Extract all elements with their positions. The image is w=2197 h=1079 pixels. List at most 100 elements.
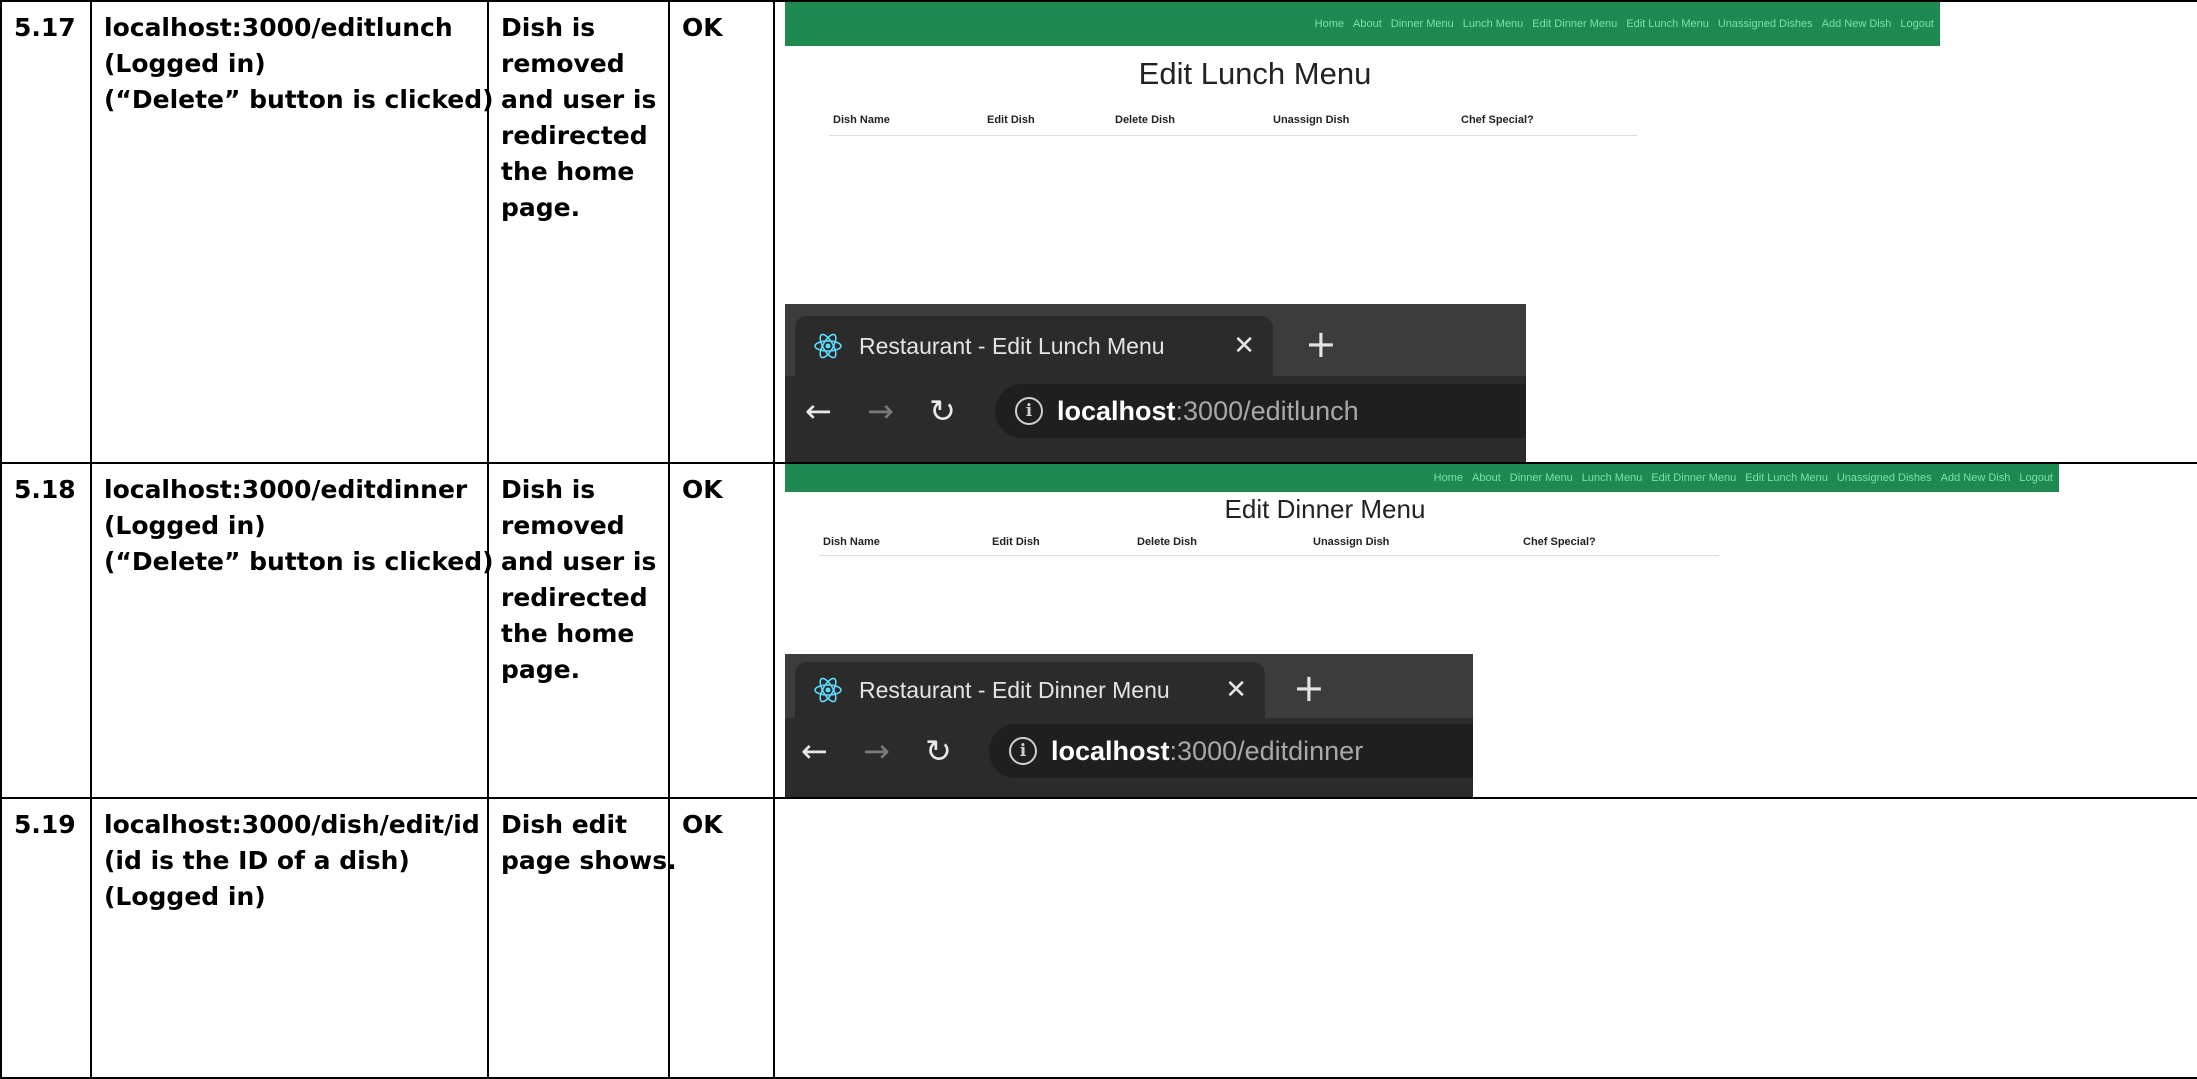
nav-link-unassigned-dishes[interactable]: Unassigned Dishes bbox=[1718, 18, 1813, 30]
column-header: Chef Special? bbox=[1523, 536, 1596, 548]
nav-link-unassigned-dishes[interactable]: Unassigned Dishes bbox=[1837, 472, 1932, 484]
result: OK bbox=[682, 13, 723, 42]
browser-chrome-screenshot: Restaurant - Edit Dinner Menu ✕ + ← → ↻ … bbox=[785, 654, 1473, 796]
nav-link-lunch-menu[interactable]: Lunch Menu bbox=[1582, 472, 1643, 484]
result: OK bbox=[682, 475, 723, 504]
column-header: Edit Dish bbox=[992, 536, 1040, 548]
address-bar[interactable]: i localhost:3000/editdinner bbox=[989, 724, 1473, 778]
reload-icon[interactable]: ↻ bbox=[925, 734, 952, 768]
expected-line: redirected bbox=[501, 121, 648, 150]
url-line: localhost:3000/editlunch bbox=[104, 13, 453, 42]
close-icon[interactable]: ✕ bbox=[1213, 331, 1255, 361]
column-header: Dish Name bbox=[833, 114, 890, 126]
nav-link-edit-dinner-menu[interactable]: Edit Dinner Menu bbox=[1651, 472, 1736, 484]
info-icon[interactable]: i bbox=[1009, 737, 1037, 765]
column-header: Edit Dish bbox=[987, 114, 1035, 126]
reload-icon[interactable]: ↻ bbox=[929, 394, 956, 428]
browser-chrome-screenshot: Restaurant - Edit Lunch Menu ✕ + ← → ↻ i… bbox=[785, 304, 1526, 461]
test-case-table: 5.17 localhost:3000/editlunch (Logged in… bbox=[0, 0, 2197, 1079]
expected-line: Dish is bbox=[501, 475, 596, 504]
page-screenshot: Home About Dinner Menu Lunch Menu Edit D… bbox=[785, 465, 2059, 654]
forward-icon[interactable]: → bbox=[867, 394, 894, 428]
browser-tab[interactable]: Restaurant - Edit Lunch Menu ✕ bbox=[795, 316, 1273, 376]
url-cell: localhost:3000/dish/edit/id (id is the I… bbox=[90, 797, 489, 1079]
nav-link-logout[interactable]: Logout bbox=[1900, 18, 1934, 30]
test-id: 5.17 bbox=[14, 13, 76, 42]
nav-link-home[interactable]: Home bbox=[1315, 18, 1344, 30]
result: OK bbox=[682, 810, 723, 839]
nav-link-logout[interactable]: Logout bbox=[2019, 472, 2053, 484]
back-icon[interactable]: ← bbox=[801, 734, 828, 768]
forward-icon[interactable]: → bbox=[863, 734, 890, 768]
tab-strip: Restaurant - Edit Lunch Menu ✕ + bbox=[785, 304, 1526, 376]
expected-line: removed bbox=[501, 511, 625, 540]
expected-line: Dish edit bbox=[501, 810, 628, 839]
column-header: Delete Dish bbox=[1137, 536, 1197, 548]
table-row: 5.18 localhost:3000/editdinner (Logged i… bbox=[0, 462, 2197, 799]
expected-line: and user is bbox=[501, 547, 657, 576]
url-line: localhost:3000/editdinner bbox=[104, 475, 468, 504]
nav-link-about[interactable]: About bbox=[1472, 472, 1501, 484]
test-id-cell: 5.17 bbox=[0, 0, 92, 464]
react-icon bbox=[814, 333, 842, 359]
new-tab-icon[interactable]: + bbox=[1293, 668, 1325, 708]
column-header: Delete Dish bbox=[1115, 114, 1175, 126]
info-icon[interactable]: i bbox=[1015, 397, 1043, 425]
result-cell: OK bbox=[668, 462, 775, 799]
expected-cell: Dish is removed and user is redirected t… bbox=[487, 0, 670, 464]
expected-line: Dish is bbox=[501, 13, 596, 42]
site-navbar: Home About Dinner Menu Lunch Menu Edit D… bbox=[785, 465, 2059, 492]
nav-link-add-new-dish[interactable]: Add New Dish bbox=[1941, 472, 2011, 484]
expected-cell: Dish is removed and user is redirected t… bbox=[487, 462, 670, 799]
expected-line: page shows. bbox=[501, 846, 677, 875]
url-line: (id is the ID of a dish) bbox=[104, 846, 410, 875]
url-host: localhost bbox=[1051, 735, 1170, 766]
test-id: 5.19 bbox=[14, 810, 76, 839]
expected-line: the home bbox=[501, 157, 635, 186]
nav-link-about[interactable]: About bbox=[1353, 18, 1382, 30]
tab-title: Restaurant - Edit Dinner Menu bbox=[859, 676, 1170, 703]
header-divider bbox=[829, 135, 1637, 136]
url-path: :3000/editdinner bbox=[1169, 735, 1364, 766]
close-icon[interactable]: ✕ bbox=[1205, 675, 1247, 705]
address-bar[interactable]: i localhost:3000/editlunch bbox=[995, 384, 1526, 438]
react-icon bbox=[814, 677, 842, 703]
url-line: localhost:3000/dish/edit/id bbox=[104, 810, 480, 839]
test-id: 5.18 bbox=[14, 475, 76, 504]
back-icon[interactable]: ← bbox=[805, 394, 832, 428]
new-tab-icon[interactable]: + bbox=[1305, 324, 1337, 364]
expected-line: page. bbox=[501, 655, 581, 684]
column-header: Unassign Dish bbox=[1273, 114, 1350, 126]
url-host: localhost bbox=[1057, 395, 1176, 426]
url-line: (“Delete” button is clicked) bbox=[104, 85, 494, 114]
column-header: Chef Special? bbox=[1461, 114, 1534, 126]
site-navbar: Home About Dinner Menu Lunch Menu Edit D… bbox=[785, 3, 1940, 46]
tab-title: Restaurant - Edit Lunch Menu bbox=[859, 332, 1165, 359]
column-header: Dish Name bbox=[823, 536, 880, 548]
column-header: Unassign Dish bbox=[1313, 536, 1390, 548]
tab-strip: Restaurant - Edit Dinner Menu ✕ + bbox=[785, 654, 1473, 718]
nav-link-edit-lunch-menu[interactable]: Edit Lunch Menu bbox=[1626, 18, 1709, 30]
url-line: (“Delete” button is clicked) bbox=[104, 547, 494, 576]
nav-link-dinner-menu[interactable]: Dinner Menu bbox=[1510, 472, 1573, 484]
nav-link-edit-dinner-menu[interactable]: Edit Dinner Menu bbox=[1532, 18, 1617, 30]
nav-link-edit-lunch-menu[interactable]: Edit Lunch Menu bbox=[1745, 472, 1828, 484]
screenshot-cell: Home About Dinner Menu Lunch Menu Edit D… bbox=[773, 462, 2197, 799]
page-title: Edit Lunch Menu bbox=[1138, 56, 1372, 91]
screenshot-cell: Home About Dinner Menu Lunch Menu Edit D… bbox=[773, 0, 2197, 464]
expected-line: and user is bbox=[501, 85, 657, 114]
browser-toolbar: ← → ↻ i localhost:3000/editlunch bbox=[785, 376, 1526, 461]
nav-link-lunch-menu[interactable]: Lunch Menu bbox=[1463, 18, 1524, 30]
nav-link-dinner-menu[interactable]: Dinner Menu bbox=[1391, 18, 1454, 30]
url-path: :3000/editlunch bbox=[1175, 395, 1359, 426]
browser-toolbar: ← → ↻ i localhost:3000/editdinner bbox=[785, 718, 1473, 796]
screenshot-cell bbox=[773, 797, 2197, 1079]
browser-tab[interactable]: Restaurant - Edit Dinner Menu ✕ bbox=[795, 662, 1265, 718]
nav-link-home[interactable]: Home bbox=[1434, 472, 1463, 484]
table-row: 5.19 localhost:3000/dish/edit/id (id is … bbox=[0, 797, 2197, 1079]
expected-line: the home bbox=[501, 619, 635, 648]
nav-link-add-new-dish[interactable]: Add New Dish bbox=[1822, 18, 1892, 30]
result-cell: OK bbox=[668, 797, 775, 1079]
expected-line: redirected bbox=[501, 583, 648, 612]
test-id-cell: 5.19 bbox=[0, 797, 92, 1079]
